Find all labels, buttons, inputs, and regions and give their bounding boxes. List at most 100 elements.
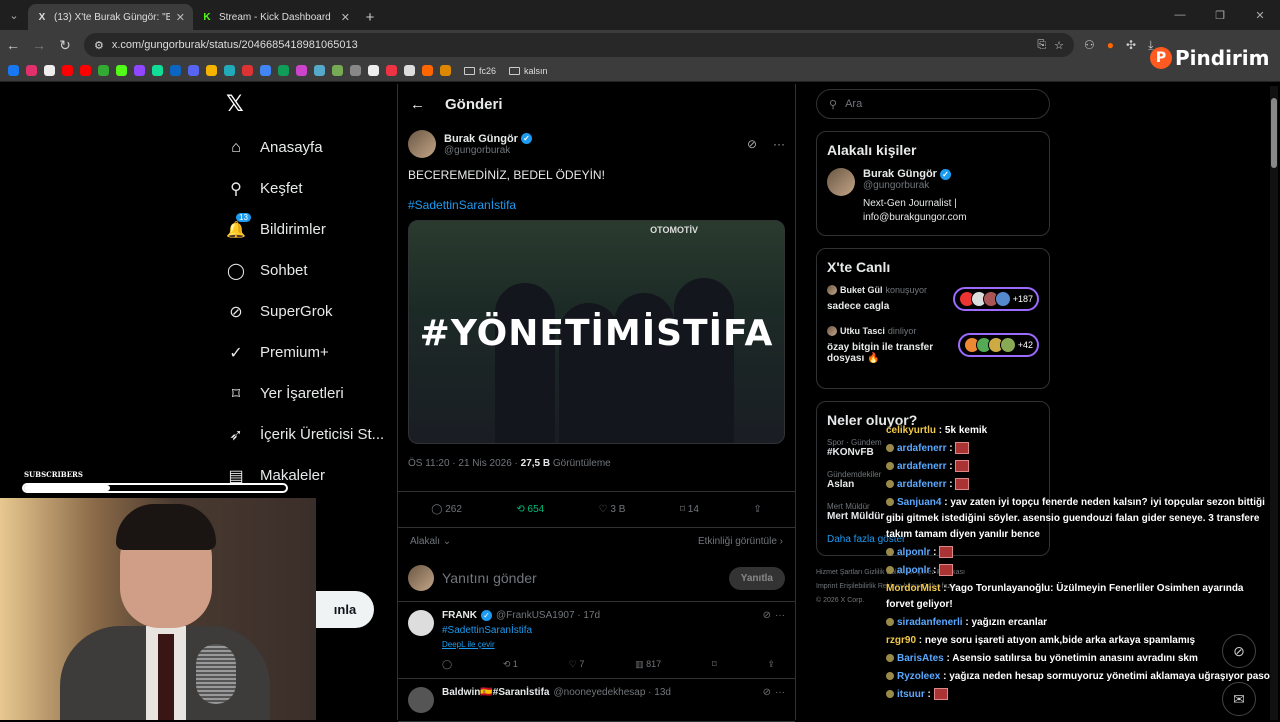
- chat-username[interactable]: alponlr: [897, 547, 930, 558]
- avatar[interactable]: [827, 168, 855, 196]
- bookmark-icon[interactable]: [314, 65, 325, 76]
- author-name[interactable]: FRANK: [442, 610, 477, 621]
- author-name[interactable]: Burak Güngör: [444, 133, 518, 145]
- avatar[interactable]: [408, 130, 436, 158]
- linkedin-icon[interactable]: [170, 65, 181, 76]
- nav-item[interactable]: ⚲ Keşfet: [220, 168, 395, 209]
- bookmark-action[interactable]: ⌑: [712, 659, 717, 670]
- bookmark-icon[interactable]: [188, 65, 199, 76]
- kick-icon[interactable]: [116, 65, 127, 76]
- avatar[interactable]: [408, 687, 434, 713]
- bookmark-icon[interactable]: [206, 65, 217, 76]
- x-logo-icon[interactable]: 𝕏: [226, 92, 395, 117]
- bookmark-icon[interactable]: [296, 65, 307, 76]
- chat-username[interactable]: Ryzoleex: [897, 671, 940, 682]
- tab-x[interactable]: X (13) X'te Burak Güngör: "BECERE ✕: [28, 4, 193, 30]
- install-icon[interactable]: ⎘: [1037, 39, 1046, 52]
- related-dropdown[interactable]: Alakalı ⌄: [410, 536, 451, 547]
- bookmark-folder[interactable]: fc26: [464, 66, 496, 76]
- drive-icon[interactable]: [278, 65, 289, 76]
- reply-tweet[interactable]: FRANK ✓ @FrankUSA1907 · 17d ⊘ ··· #SadettinS…: [398, 602, 795, 679]
- live-space[interactable]: Buket Gül konuşuyor sadece cagla +187: [827, 285, 1039, 312]
- grok-icon[interactable]: ⊘: [763, 687, 771, 698]
- bookmark-icon[interactable]: [440, 65, 451, 76]
- bookmark-icon[interactable]: [224, 65, 235, 76]
- nav-item[interactable]: ➶ İçerik Üreticisi St...: [220, 414, 395, 455]
- listeners-pill[interactable]: +187: [952, 286, 1039, 311]
- nav-item[interactable]: ◯ Sohbet: [220, 250, 395, 291]
- chat-username[interactable]: alponlr: [897, 565, 930, 576]
- post-button[interactable]: ınla: [316, 591, 374, 628]
- scrollbar-thumb[interactable]: [1271, 98, 1277, 168]
- messages-float-icon[interactable]: ✉: [1222, 682, 1256, 716]
- chat-username[interactable]: celikyurtlu: [886, 425, 936, 436]
- views-action[interactable]: ▥ 817: [635, 659, 661, 670]
- author-handle[interactable]: @nooneyedekhesap · 13d: [553, 687, 670, 698]
- nav-item[interactable]: 🔔 13 Bildirimler: [220, 209, 395, 250]
- repost-action[interactable]: ⟲ 654: [516, 504, 544, 515]
- bookmark-icon[interactable]: [350, 65, 361, 76]
- author-name[interactable]: Baldwin🇪🇸#Saranİstifa: [442, 687, 549, 698]
- like-action[interactable]: ♡ 3 B: [599, 504, 626, 515]
- chat-username[interactable]: ardafenerr: [897, 479, 946, 490]
- share-icon[interactable]: ⇪: [753, 504, 761, 515]
- author-handle[interactable]: @FrankUSA1907 · 17d: [496, 610, 600, 621]
- search-input[interactable]: ⚲ Ara: [816, 89, 1050, 119]
- reply-action[interactable]: ◯: [442, 659, 452, 670]
- chat-username[interactable]: ardafenerr: [897, 461, 946, 472]
- x-icon[interactable]: [44, 65, 55, 76]
- reply-button[interactable]: Yanıtla: [728, 566, 785, 590]
- nav-item[interactable]: ⌂ Anasayfa: [220, 127, 395, 168]
- chat-username[interactable]: siradanfenerli: [897, 617, 963, 628]
- bookmark-icon[interactable]: [368, 65, 379, 76]
- twitch-icon[interactable]: [134, 65, 145, 76]
- close-window-icon[interactable]: ✕: [1240, 0, 1280, 30]
- grok-icon[interactable]: ⊘: [747, 137, 757, 151]
- avatar[interactable]: [408, 610, 434, 636]
- minimize-icon[interactable]: —: [1160, 0, 1200, 30]
- chat-username[interactable]: MordorMist: [886, 583, 940, 594]
- url-field[interactable]: ⚙ x.com/gungorburak/status/2046685418981…: [84, 33, 1074, 57]
- site-info-icon[interactable]: ⚙: [94, 39, 104, 52]
- instagram-icon[interactable]: [26, 65, 37, 76]
- chat-username[interactable]: Sanjuan4: [897, 497, 941, 508]
- puzzle-icon[interactable]: ✣: [1126, 38, 1136, 53]
- like-action[interactable]: ♡ 7: [569, 659, 585, 670]
- chat-username[interactable]: BarisAtes: [897, 653, 944, 664]
- more-icon[interactable]: ···: [775, 610, 785, 621]
- chat-username[interactable]: ardafenerr: [897, 443, 946, 454]
- grok-float-icon[interactable]: ⊘: [1222, 634, 1256, 668]
- bookmark-icon[interactable]: [332, 65, 343, 76]
- restore-icon[interactable]: ❐: [1200, 0, 1240, 30]
- extension-icon[interactable]: ●: [1107, 38, 1114, 53]
- forward-icon[interactable]: →: [26, 37, 52, 53]
- bookmark-action[interactable]: ⌑ 14: [680, 504, 699, 515]
- tweet-time[interactable]: ÖS 11:20 · 21 Nis 2026 ·: [408, 458, 521, 469]
- nav-item[interactable]: ⌑ Yer İşaretleri: [220, 373, 395, 414]
- reply-tweet[interactable]: Baldwin🇪🇸#Saranİstifa @nooneyedekhesap · …: [398, 679, 795, 722]
- back-arrow-icon[interactable]: ←: [410, 96, 425, 113]
- tweet-image[interactable]: OTOMOTİV #YÖNETİMİSTİFA: [408, 220, 785, 444]
- bookmark-icon[interactable]: [422, 65, 433, 76]
- gmail-icon[interactable]: [242, 65, 253, 76]
- nav-item[interactable]: ⊘ SuperGrok: [220, 291, 395, 332]
- close-tab-icon[interactable]: ✕: [341, 11, 350, 24]
- youtube-icon[interactable]: [80, 65, 91, 76]
- extension-icon[interactable]: ⚇: [1084, 38, 1095, 53]
- tab-kick[interactable]: K Stream - Kick Dashboard ✕: [193, 4, 358, 30]
- chat-username[interactable]: itsuur: [897, 689, 925, 700]
- facebook-icon[interactable]: [8, 65, 19, 76]
- bookmark-folder[interactable]: kalsın: [509, 66, 548, 76]
- docs-icon[interactable]: [260, 65, 271, 76]
- person-handle[interactable]: @gungorburak: [863, 180, 1039, 191]
- reply-input[interactable]: Yanıtını gönder: [442, 570, 721, 586]
- reload-icon[interactable]: ↻: [52, 37, 78, 54]
- grok-icon[interactable]: ⊘: [763, 610, 771, 621]
- chat-username[interactable]: rzgr90: [886, 635, 916, 646]
- person-name[interactable]: Burak Güngör: [863, 168, 937, 180]
- bookmark-icon[interactable]: [386, 65, 397, 76]
- author-handle[interactable]: @gungorburak: [444, 145, 739, 156]
- live-space[interactable]: Utku Tasci dinliyor özay bitgin ile transf…: [827, 326, 1039, 364]
- nav-item[interactable]: ✓ Premium+: [220, 332, 395, 373]
- share-icon[interactable]: ⇪: [767, 659, 775, 670]
